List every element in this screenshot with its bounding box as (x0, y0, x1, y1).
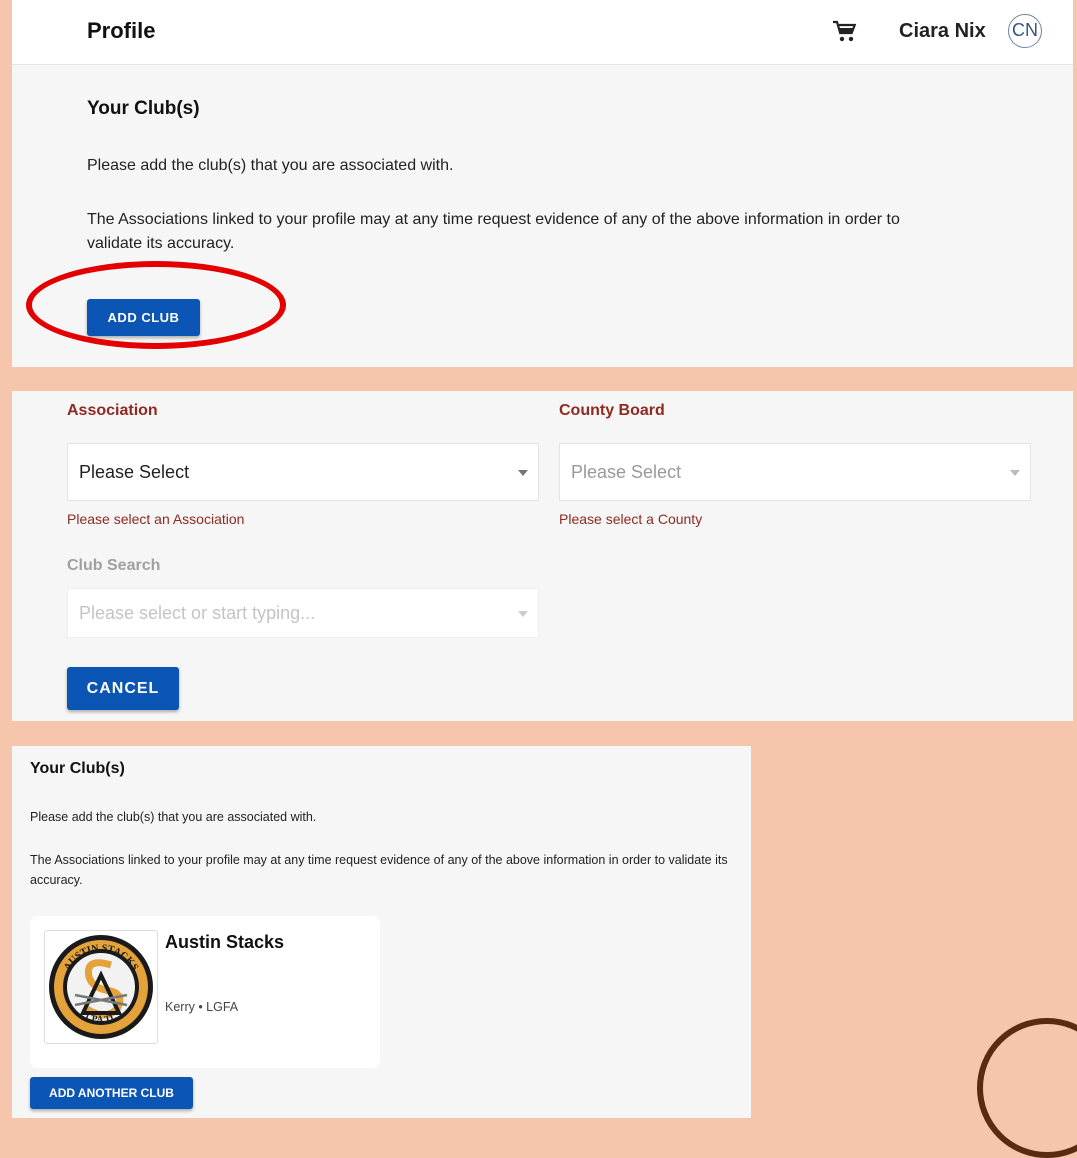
club-card[interactable]: AUSTIN STACKS CPÁ TL Austin Stacks Kerry… (30, 916, 380, 1068)
chevron-down-icon (518, 611, 528, 617)
section-intro: Please add the club(s) that you are asso… (30, 810, 317, 824)
cart-icon[interactable] (832, 20, 858, 44)
association-error: Please select an Association (67, 511, 245, 527)
club-meta: Kerry • LGFA (165, 1000, 239, 1014)
association-select[interactable]: Please Select (67, 443, 539, 501)
top-bar: Profile Ciara Nix CN (12, 0, 1073, 65)
club-name: Austin Stacks (165, 932, 285, 952)
clubs-list-panel: Your Club(s) Please add the club(s) that… (12, 746, 751, 1118)
club-crest-logo: AUSTIN STACKS CPÁ TL (44, 930, 158, 1044)
club-search-input[interactable]: Please select or start typing... (67, 588, 539, 638)
validation-notice: The Associations linked to your profile … (87, 211, 900, 252)
page-title: Profile (87, 18, 156, 43)
county-board-error: Please select a County (559, 511, 703, 527)
add-club-form-panel: Association Please Select Please select … (12, 391, 1073, 721)
county-board-select[interactable]: Please Select (559, 443, 1031, 501)
club-search-placeholder: Please select or start typing... (79, 603, 316, 623)
county-board-select-value: Please Select (571, 462, 682, 482)
section-heading: Your Club(s) (30, 760, 125, 777)
clubs-empty-panel: Profile Ciara Nix CN Your Club(s) Please… (12, 0, 1073, 367)
section-intro: Please add the club(s) that you are asso… (87, 157, 454, 174)
cancel-button[interactable]: CANCEL (67, 667, 179, 710)
county-board-label: County Board (559, 402, 665, 419)
validation-notice: The Associations linked to your profile … (30, 853, 728, 887)
club-search-label: Club Search (67, 557, 161, 574)
background-corner-arc (977, 1018, 1077, 1158)
association-label: Association (67, 402, 158, 419)
avatar[interactable]: CN (1008, 14, 1042, 48)
section-heading: Your Club(s) (87, 98, 200, 119)
association-select-value: Please Select (79, 462, 190, 482)
add-club-button[interactable]: ADD CLUB (87, 299, 200, 336)
chevron-down-icon (1010, 470, 1020, 476)
chevron-down-icon (518, 470, 528, 476)
add-another-club-button[interactable]: ADD ANOTHER CLUB (30, 1077, 193, 1109)
user-name[interactable]: Ciara Nix (899, 20, 986, 43)
